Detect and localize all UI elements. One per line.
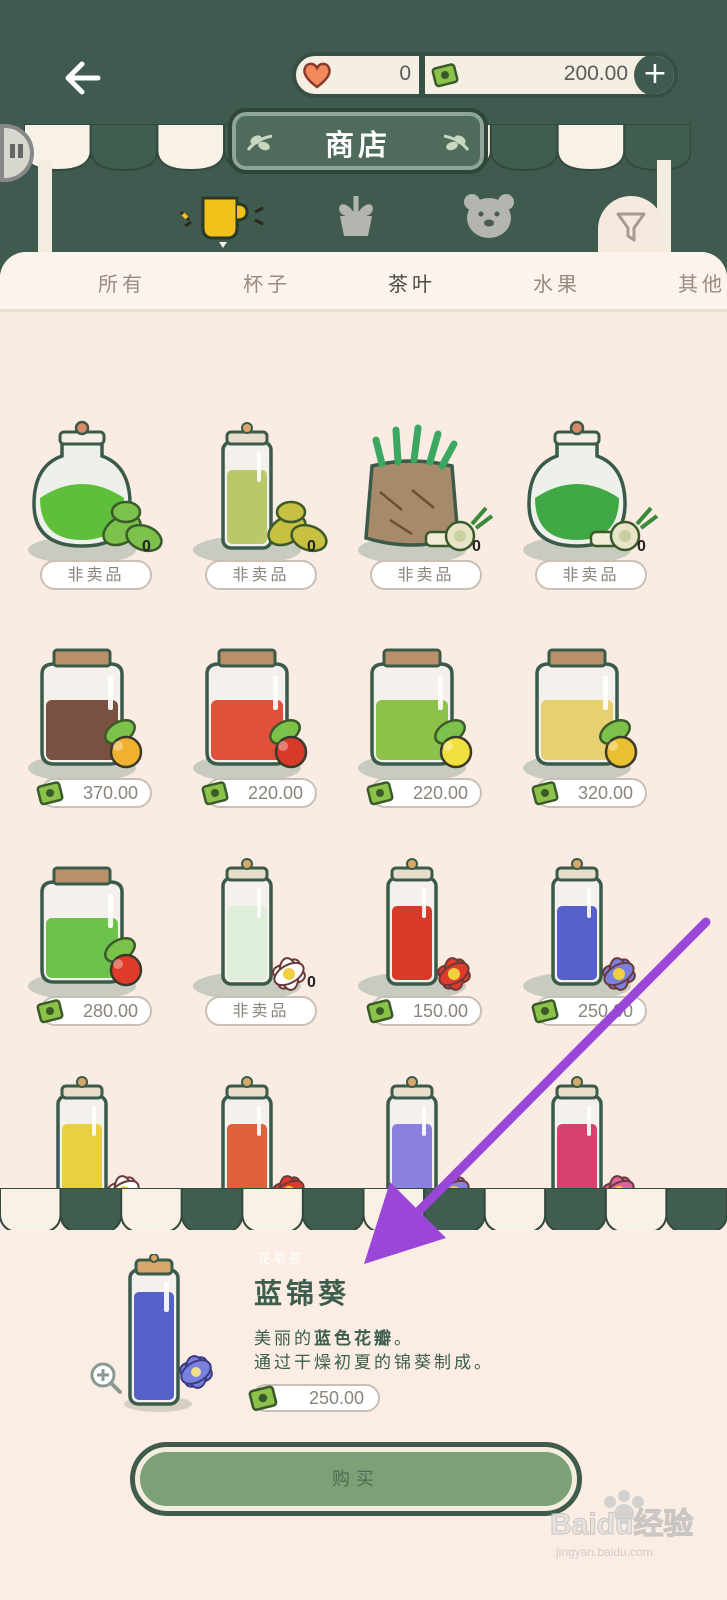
item-image: [358, 424, 494, 564]
item-name: 蓝锦葵: [254, 1277, 351, 1310]
item-image: [28, 648, 143, 782]
shop-awning-bottom: [0, 1188, 727, 1236]
shop-item[interactable]: 250.00: [487, 836, 662, 1036]
shop-item[interactable]: 非卖品: [487, 252, 662, 382]
funnel-filter-icon: [616, 212, 646, 242]
money-bill-icon: [366, 999, 394, 1024]
hearts-value: 0: [399, 62, 411, 85]
money-bill-icon: [531, 999, 559, 1024]
item-count: 0: [637, 538, 646, 555]
money-bill-icon: [531, 781, 559, 806]
back-arrow-icon: [65, 61, 101, 95]
not-for-sale-badge: 非卖品: [205, 560, 317, 590]
item-price: 280.00: [36, 996, 152, 1026]
item-description-line1: 美丽的蓝色花瓣。: [254, 1329, 414, 1349]
item-price: 150.00: [366, 996, 482, 1026]
item-image: [358, 648, 473, 782]
item-partial-image: [157, 252, 332, 357]
buy-button-label: 购买: [332, 1469, 380, 1490]
item-price: 250.00: [248, 1384, 380, 1412]
bear-icon: [464, 194, 514, 238]
cup-icon: [179, 196, 264, 248]
shop-item[interactable]: 0 非卖品: [157, 836, 332, 1036]
item-image: [523, 648, 638, 782]
shop-item[interactable]: 0 非卖品: [487, 400, 662, 600]
shop-item[interactable]: 非卖品: [322, 252, 497, 382]
money-bill-icon: [201, 781, 229, 806]
shop-item[interactable]: 220.00: [322, 618, 497, 818]
shop-item[interactable]: 370.00: [0, 618, 167, 818]
money-bill-icon: [248, 1385, 278, 1412]
shop-title-plaque: 商店: [228, 108, 488, 174]
money-bill-icon: [36, 999, 64, 1024]
potted-plant-icon: [339, 196, 373, 236]
money-counter: 200.00: [425, 56, 634, 94]
item-count: 0: [307, 538, 316, 555]
hearts-counter: 0: [296, 56, 419, 94]
item-partial-image: [487, 252, 662, 357]
back-button[interactable]: [58, 52, 110, 104]
not-for-sale-badge: 非卖品: [370, 560, 482, 590]
category-decor-button[interactable]: [460, 190, 518, 240]
heart-icon: [303, 62, 331, 89]
not-for-sale-badge: 非卖品: [40, 560, 152, 590]
item-image: [193, 422, 328, 564]
money-bill-icon: [366, 781, 394, 806]
selected-item-image: [124, 1254, 213, 1412]
shop-item[interactable]: 150.00: [322, 836, 497, 1036]
item-image: [193, 648, 308, 782]
money-bill-icon: [36, 781, 64, 806]
item-image: [28, 866, 143, 1000]
shop-item[interactable]: 220.00: [157, 618, 332, 818]
buy-button[interactable]: 购买: [130, 1442, 582, 1516]
item-image: [358, 858, 471, 1000]
money-value: 200.00: [563, 62, 628, 85]
tab-5[interactable]: 其他: [678, 268, 726, 297]
watermark-subtext: jingyan.baidu.com: [555, 1545, 653, 1559]
item-image: [523, 858, 636, 1000]
add-money-button[interactable]: +: [634, 56, 674, 94]
category-cups-button[interactable]: [175, 190, 270, 250]
item-price: 220.00: [201, 778, 317, 808]
watermark-text: Baidu经验: [550, 1507, 693, 1541]
item-image: [193, 858, 306, 1000]
item-series-tag: 花草茶: [258, 1252, 304, 1267]
shop-item[interactable]: 0 非卖品: [157, 400, 332, 600]
money-bill-icon: [431, 63, 459, 88]
item-image: [523, 420, 659, 564]
shop-item[interactable]: 0 非卖品: [322, 400, 497, 600]
item-partial-image: [322, 252, 497, 357]
shop-item[interactable]: 0 非卖品: [0, 400, 167, 600]
leaf-ornament-icon: [443, 134, 470, 151]
shop-item[interactable]: 非卖品: [0, 252, 167, 382]
currency-bar: 0 200.00 +: [292, 52, 678, 98]
item-description-line2: 通过干燥初夏的锦葵制成。: [254, 1353, 494, 1373]
item-price: 220.00: [366, 778, 482, 808]
item-count: 0: [307, 974, 316, 991]
category-plants-button[interactable]: [332, 190, 380, 240]
not-for-sale-badge: 非卖品: [205, 996, 317, 1026]
item-count: 0: [472, 538, 481, 555]
item-partial-image: [0, 252, 167, 357]
not-for-sale-badge: 非卖品: [535, 560, 647, 590]
item-price: 370.00: [36, 778, 152, 808]
shop-item[interactable]: 非卖品: [157, 252, 332, 382]
item-price: 320.00: [531, 778, 647, 808]
item-count: 0: [142, 538, 151, 555]
item-price: 250.00: [531, 996, 647, 1026]
shop-item[interactable]: 320.00: [487, 618, 662, 818]
shop-item[interactable]: 280.00: [0, 836, 167, 1036]
zoom-magnifier-icon[interactable]: [88, 1360, 124, 1396]
baidu-watermark: Baidu经验 jingyan.baidu.com: [550, 1490, 694, 1559]
